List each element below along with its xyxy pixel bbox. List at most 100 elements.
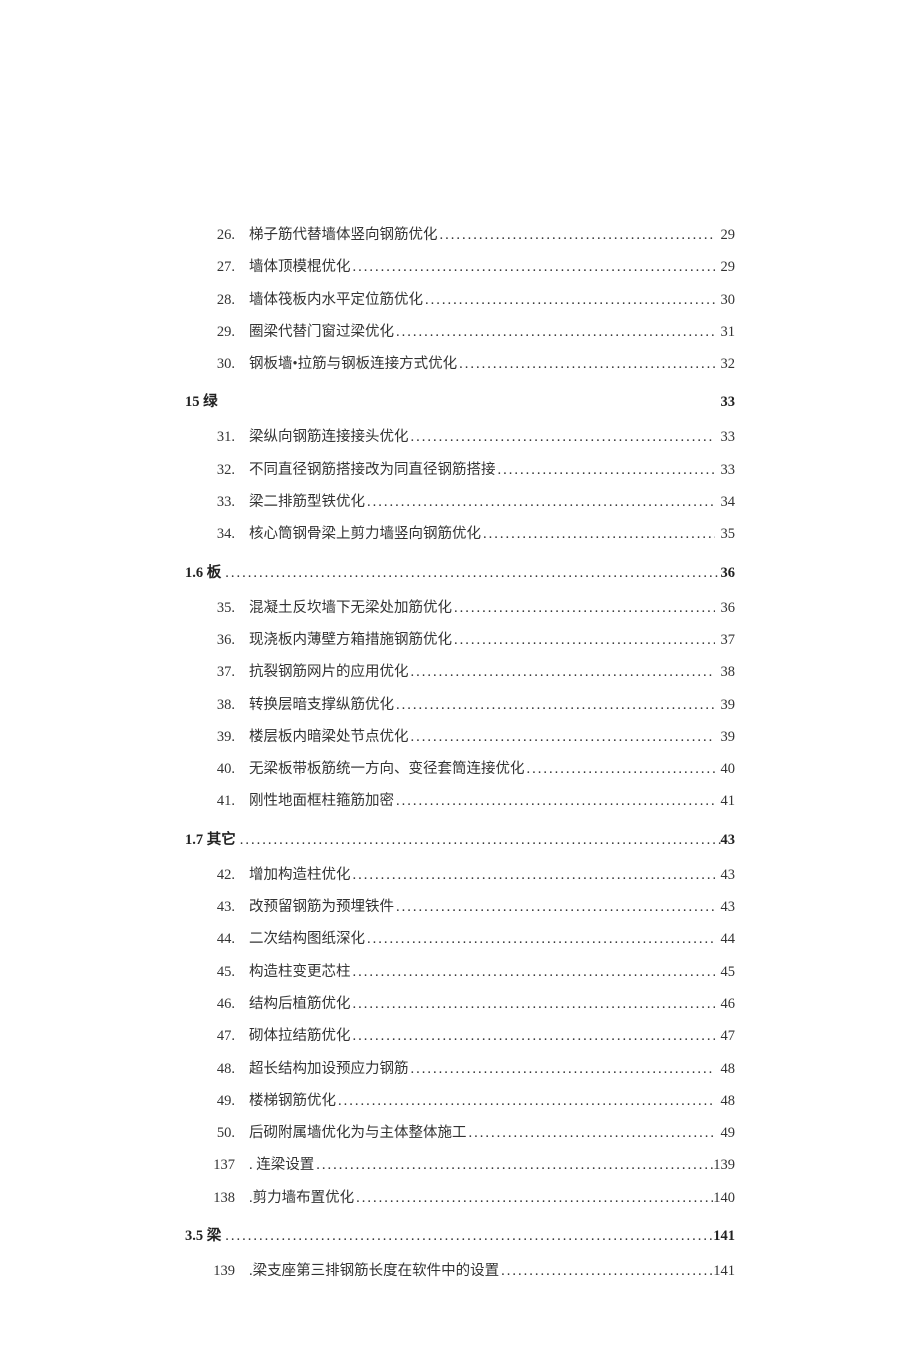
toc-entry: 27. 墙体顶模棍优化 ............................… — [199, 257, 735, 277]
toc-number: 38. — [199, 695, 249, 715]
toc-group-d: 42. 增加构造柱优化 ............................… — [185, 865, 735, 1208]
toc-page-number: 49 — [715, 1123, 735, 1143]
toc-entry: 31. 梁纵向钢筋连接接头优化 ........................… — [199, 427, 735, 447]
toc-group-b: 31. 梁纵向钢筋连接接头优化 ........................… — [185, 427, 735, 544]
section-label: 1.6 板 — [185, 561, 221, 582]
toc-page-number: 29 — [715, 257, 735, 277]
toc-leader: ........................................… — [467, 1123, 716, 1143]
toc-entry: 45. 构造柱变更芯柱 ............................… — [199, 962, 735, 982]
toc-number: 37. — [199, 662, 249, 682]
toc-title: 墙体顶模棍优化 — [249, 257, 351, 277]
toc-entry: 30. 钢板墙•拉筋与钢板连接方式优化 ....................… — [199, 354, 735, 374]
toc-number: 30. — [199, 354, 249, 374]
toc-entry: 47. 砌体拉结筋优化 ............................… — [199, 1026, 735, 1046]
section-label: 1.7 其它 — [185, 828, 236, 849]
toc-title: 钢板墙•拉筋与钢板连接方式优化 — [249, 354, 457, 374]
toc-number: 49. — [199, 1091, 249, 1111]
toc-leader: ........................................… — [452, 630, 715, 650]
toc-number: 41. — [199, 791, 249, 811]
toc-page-number: 29 — [715, 225, 735, 245]
toc-title: 不同直径钢筋搭接改为同直径钢筋搭接 — [249, 460, 496, 480]
toc-leader: ........................................… — [221, 565, 720, 582]
toc-title: 梁纵向钢筋连接接头优化 — [249, 427, 409, 447]
toc-leader: ........................................… — [365, 929, 715, 949]
toc-number: 45. — [199, 962, 249, 982]
toc-page-number: 48 — [715, 1059, 735, 1079]
toc-page-number: 46 — [715, 994, 735, 1014]
toc-number: 35. — [199, 598, 249, 618]
toc-title: . 连梁设置 — [249, 1155, 314, 1175]
toc-section-heading: 15 绿 33 — [185, 390, 735, 411]
toc-title: 转换层暗支撑纵筋优化 — [249, 695, 394, 715]
toc-number: 50. — [199, 1123, 249, 1143]
toc-page-number: 43 — [715, 865, 735, 885]
toc-title: 无梁板带板筋统一方向、变径套筒连接优化 — [249, 759, 525, 779]
toc-leader: ........................................… — [351, 865, 716, 885]
toc-page-number: 41 — [715, 791, 735, 811]
toc-title: 梯子筋代替墙体竖向钢筋优化 — [249, 225, 438, 245]
toc-page-number: 45 — [715, 962, 735, 982]
toc-leader: ........................................… — [499, 1261, 713, 1281]
toc-page-number: 47 — [715, 1026, 735, 1046]
toc-page-number: 44 — [715, 929, 735, 949]
toc-leader: ........................................… — [365, 492, 715, 512]
toc-entry: 33. 梁二排筋型铁优化 ...........................… — [199, 492, 735, 512]
toc-number: 31. — [199, 427, 249, 447]
toc-title: 刚性地面框柱箍筋加密 — [249, 791, 394, 811]
toc-leader: ........................................… — [525, 759, 716, 779]
toc-group-c: 35. 混凝土反坎墙下无梁处加筋优化 .....................… — [185, 598, 735, 812]
toc-group-a: 26. 梯子筋代替墙体竖向钢筋优化 ......................… — [185, 225, 735, 374]
toc-page-number: 140 — [713, 1188, 735, 1208]
toc-title: 现浇板内薄壁方箱措施钢筋优化 — [249, 630, 452, 650]
toc-title: 楼梯钢筋优化 — [249, 1091, 336, 1111]
section-label: 3.5 梁 — [185, 1224, 221, 1245]
toc-number: 29. — [199, 322, 249, 342]
toc-entry: 46. 结构后植筋优化 ............................… — [199, 994, 735, 1014]
toc-page-number: 39 — [715, 695, 735, 715]
toc-title: 后砌附属墙优化为与主体整体施工 — [249, 1123, 467, 1143]
toc-entry: 39. 楼层板内暗梁处节点优化 ........................… — [199, 727, 735, 747]
toc-title: 抗裂钢筋网片的应用优化 — [249, 662, 409, 682]
toc-leader: ........................................… — [351, 962, 716, 982]
toc-leader: ........................................… — [409, 662, 716, 682]
toc-number: 139 — [199, 1261, 249, 1281]
toc-number: 34. — [199, 524, 249, 544]
toc-number: 40. — [199, 759, 249, 779]
toc-title: 楼层板内暗梁处节点优化 — [249, 727, 409, 747]
toc-title: .剪力墙布置优化 — [249, 1188, 354, 1208]
toc-number: 39. — [199, 727, 249, 747]
toc-number: 43. — [199, 897, 249, 917]
toc-group-e: 139 .梁支座第三排钢筋长度在软件中的设置 .................… — [185, 1261, 735, 1281]
toc-leader: ........................................… — [496, 460, 716, 480]
toc-leader: ........................................… — [409, 427, 716, 447]
toc-leader: ........................................… — [351, 994, 716, 1014]
toc-leader: ........................................… — [481, 524, 715, 544]
toc-leader: ........................................… — [394, 322, 715, 342]
toc-leader: ........................................… — [314, 1155, 713, 1175]
toc-title: 增加构造柱优化 — [249, 865, 351, 885]
toc-entry: 49. 楼梯钢筋优化 .............................… — [199, 1091, 735, 1111]
toc-number: 42. — [199, 865, 249, 885]
toc-page-number: 141 — [713, 1261, 735, 1281]
toc-section-heading: 1.6 板 ..................................… — [185, 561, 735, 582]
toc-page-number: 39 — [715, 727, 735, 747]
toc-leader: ........................................… — [423, 290, 715, 310]
toc-entry: 48. 超长结构加设预应力钢筋 ........................… — [199, 1059, 735, 1079]
toc-number: 46. — [199, 994, 249, 1014]
toc-page-number: 32 — [715, 354, 735, 374]
toc-entry: 32. 不同直径钢筋搭接改为同直径钢筋搭接 ..................… — [199, 460, 735, 480]
toc-section-heading: 3.5 梁 ..................................… — [185, 1224, 735, 1245]
toc-number: 44. — [199, 929, 249, 949]
toc-leader: ........................................… — [394, 791, 715, 811]
toc-number: 32. — [199, 460, 249, 480]
toc-title: 圈梁代替门窗过梁优化 — [249, 322, 394, 342]
toc-number: 26. — [199, 225, 249, 245]
toc-number: 33. — [199, 492, 249, 512]
toc-number: 48. — [199, 1059, 249, 1079]
toc-page-number: 33 — [715, 427, 735, 447]
toc-entry: 26. 梯子筋代替墙体竖向钢筋优化 ......................… — [199, 225, 735, 245]
toc-title: 梁二排筋型铁优化 — [249, 492, 365, 512]
toc-title: 二次结构图纸深化 — [249, 929, 365, 949]
section-page-number: 33 — [721, 394, 736, 411]
toc-leader: ........................................… — [351, 257, 716, 277]
